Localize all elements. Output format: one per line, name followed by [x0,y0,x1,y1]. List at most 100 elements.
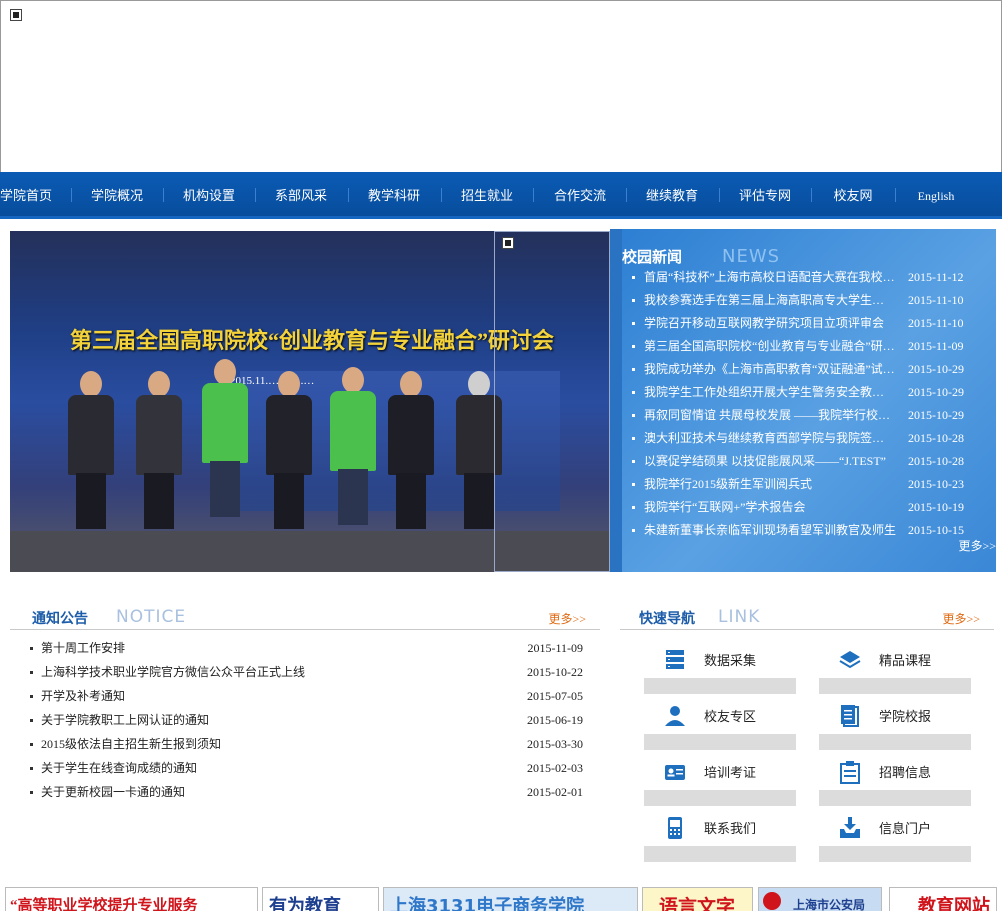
quicknav-bar [819,846,971,862]
nav-item-about[interactable]: 学院概况 [86,172,148,216]
news-item: 澳大利亚技术与继续教育西部学院与我院签署合作协议 2015-10-28 [632,428,1002,448]
nav-item-home[interactable]: 学院首页 [0,172,52,216]
emblem-icon [763,892,781,910]
notice-date: 2015-02-01 [527,785,583,799]
news-link[interactable]: 朱建新董事长亲临军训现场看望军训教官及师生 [644,520,896,540]
news-more-link[interactable]: 更多>> [958,537,996,554]
clipboard-icon [840,761,860,784]
notice-link[interactable]: 开学及补考通知 [41,686,125,706]
news-date: 2015-11-12 [908,270,964,284]
quicknav-label: 数据采集 [704,653,757,668]
notice-link[interactable]: 关于学生在线查询成绩的通知 [41,758,197,778]
news-item: 我院举行2015级新生军训阅兵式 2015-10-23 [632,474,1002,494]
news-date: 2015-10-28 [908,454,964,468]
news-link[interactable]: 我院成功举办《上海市高职教育“双证融通”试点工作》 [644,359,896,379]
quicknav-item-contact[interactable]: 联系我们 [644,812,796,862]
broken-image-icon [10,9,22,21]
news-link[interactable]: 再叙同窗情谊 共展母校发展 ——我院举行校友座谈会 [644,405,896,425]
notice-link[interactable]: 2015级依法自主招生新生报到须知 [41,734,221,754]
quicknav-item-courses[interactable]: 精品课程 [819,644,971,694]
link-logo-text: 上海3131电子商务学院 [390,896,585,911]
nav-item-faculties[interactable]: 系部风采 [270,172,332,216]
nav-item-departments[interactable]: 机构设置 [178,172,240,216]
quicknav-bar [644,846,796,862]
slide-frame-overlay [494,231,610,572]
news-date: 2015-10-29 [908,385,964,399]
quicknav-item-recruitment[interactable]: 招聘信息 [819,756,971,806]
news-item: 我院学生工作处组织开展大学生警务安全教育讲座 2015-10-29 [632,382,1002,402]
news-date: 2015-10-29 [908,408,964,422]
link-logo-1[interactable]: “高等职业学校提升专业服务 [5,887,258,911]
news-link[interactable]: 首届“科技杯”上海市高校日语配音大赛在我校举行 [644,267,896,287]
link-logo-text: “高等职业学校提升专业服务 [10,898,198,911]
link-logo-4[interactable]: 语言文字 [642,887,753,911]
news-date: 2015-11-09 [908,339,964,353]
notice-item: 关于学生在线查询成绩的通知 2015-02-03 [30,758,583,778]
phone-icon [668,817,682,839]
nav-separator [163,188,164,202]
news-item: 再叙同窗情谊 共展母校发展 ——我院举行校友座谈会 2015-10-29 [632,405,1002,425]
link-logo-2[interactable]: 有为教育 [262,887,379,911]
nav-item-admission[interactable]: 招生就业 [456,172,518,216]
quicknav-item-training[interactable]: 培训考证 [644,756,796,806]
notice-link[interactable]: 上海科学技术职业学院官方微信公众平台正式上线 [41,662,305,682]
news-link[interactable]: 我校参赛选手在第三届上海高职高专大学生创业大赛中获佳绩 [644,290,896,310]
news-item: 我院举行“互联网+”学术报告会 2015-10-19 [632,497,1002,517]
notice-date: 2015-11-09 [527,641,583,655]
nav-item-cooperation[interactable]: 合作交流 [549,172,611,216]
nav-item-english[interactable]: English [904,172,968,216]
notice-title-en: NOTICE [116,607,187,627]
nav-item-research[interactable]: 教学科研 [363,172,425,216]
news-item: 第三届全国高职院校“创业教育与专业融合”研讨会 2015-11-09 [632,336,1002,356]
link-logo-6[interactable]: 教育网站 [889,887,997,911]
news-date: 2015-11-10 [908,293,964,307]
broken-image-icon [502,237,514,249]
main-nav: 学院首页 学院概况 机构设置 系部风采 教学科研 招生就业 合作交流 继续教育 … [0,172,1002,219]
quicknav-label: 招聘信息 [879,765,932,780]
notice-item: 关于学院教职工上网认证的通知 2015-06-19 [30,710,583,730]
news-date: 2015-10-28 [908,431,964,445]
news-link[interactable]: 第三届全国高职院校“创业教育与专业融合”研讨会 [644,336,896,356]
notice-item: 开学及补考通知 2015-07-05 [30,686,583,706]
notice-item: 第十周工作安排 2015-11-09 [30,638,583,658]
nav-item-evaluation[interactable]: 评估专网 [734,172,796,216]
notice-link[interactable]: 关于学院教职工上网认证的通知 [41,710,209,730]
quicknav-item-alumni-zone[interactable]: 校友专区 [644,700,796,750]
notice-date: 2015-03-30 [527,737,583,751]
quicknav-bar [644,678,796,694]
news-link[interactable]: 我院举行“互联网+”学术报告会 [644,497,896,517]
quicknav-label: 信息门户 [879,821,932,836]
quicknav-title-en: LINK [718,607,761,627]
nav-separator [811,188,812,202]
notice-link[interactable]: 第十周工作安排 [41,638,125,658]
news-link[interactable]: 澳大利亚技术与继续教育西部学院与我院签署合作协议 [644,428,896,448]
news-link[interactable]: 我院举行2015级新生军训阅兵式 [644,474,896,494]
person-icon [665,706,685,726]
nav-item-continuing-education[interactable]: 继续教育 [641,172,703,216]
notice-more-link[interactable]: 更多>> [548,610,586,627]
news-date: 2015-10-15 [908,523,964,537]
link-logo-5[interactable]: 上海市公安局 [758,887,882,911]
link-logo-3[interactable]: 上海3131电子商务学院 [383,887,638,911]
notice-link[interactable]: 关于更新校园一卡通的通知 [41,782,185,802]
nav-item-alumni[interactable]: 校友网 [826,172,880,216]
news-section-title: 校园新闻 [622,250,683,266]
quicknav-label: 精品课程 [879,653,932,668]
document-icon [841,705,859,727]
nav-separator [255,188,256,202]
news-link[interactable]: 以赛促学结硕果 以技促能展风采——“J.TEST” [644,451,896,471]
news-link[interactable]: 我院学生工作处组织开展大学生警务安全教育讲座 [644,382,896,402]
database-icon [666,650,684,669]
quicknav-more-link[interactable]: 更多>> [942,610,980,627]
quicknav-item-portal[interactable]: 信息门户 [819,812,971,862]
quicknav-bar [819,678,971,694]
nav-separator [895,188,896,202]
nav-separator [348,188,349,202]
quicknav-item-newspaper[interactable]: 学院校报 [819,700,971,750]
news-link[interactable]: 学院召开移动互联网教学研究项目立项评审会 [644,313,896,333]
quicknav-bar [819,734,971,750]
news-date: 2015-11-10 [908,316,964,330]
notice-item: 2015级依法自主招生新生报到须知 2015-03-30 [30,734,583,754]
quicknav-item-data-collection[interactable]: 数据采集 [644,644,796,694]
news-item: 我院成功举办《上海市高职教育“双证融通”试点工作》 2015-10-29 [632,359,1002,379]
